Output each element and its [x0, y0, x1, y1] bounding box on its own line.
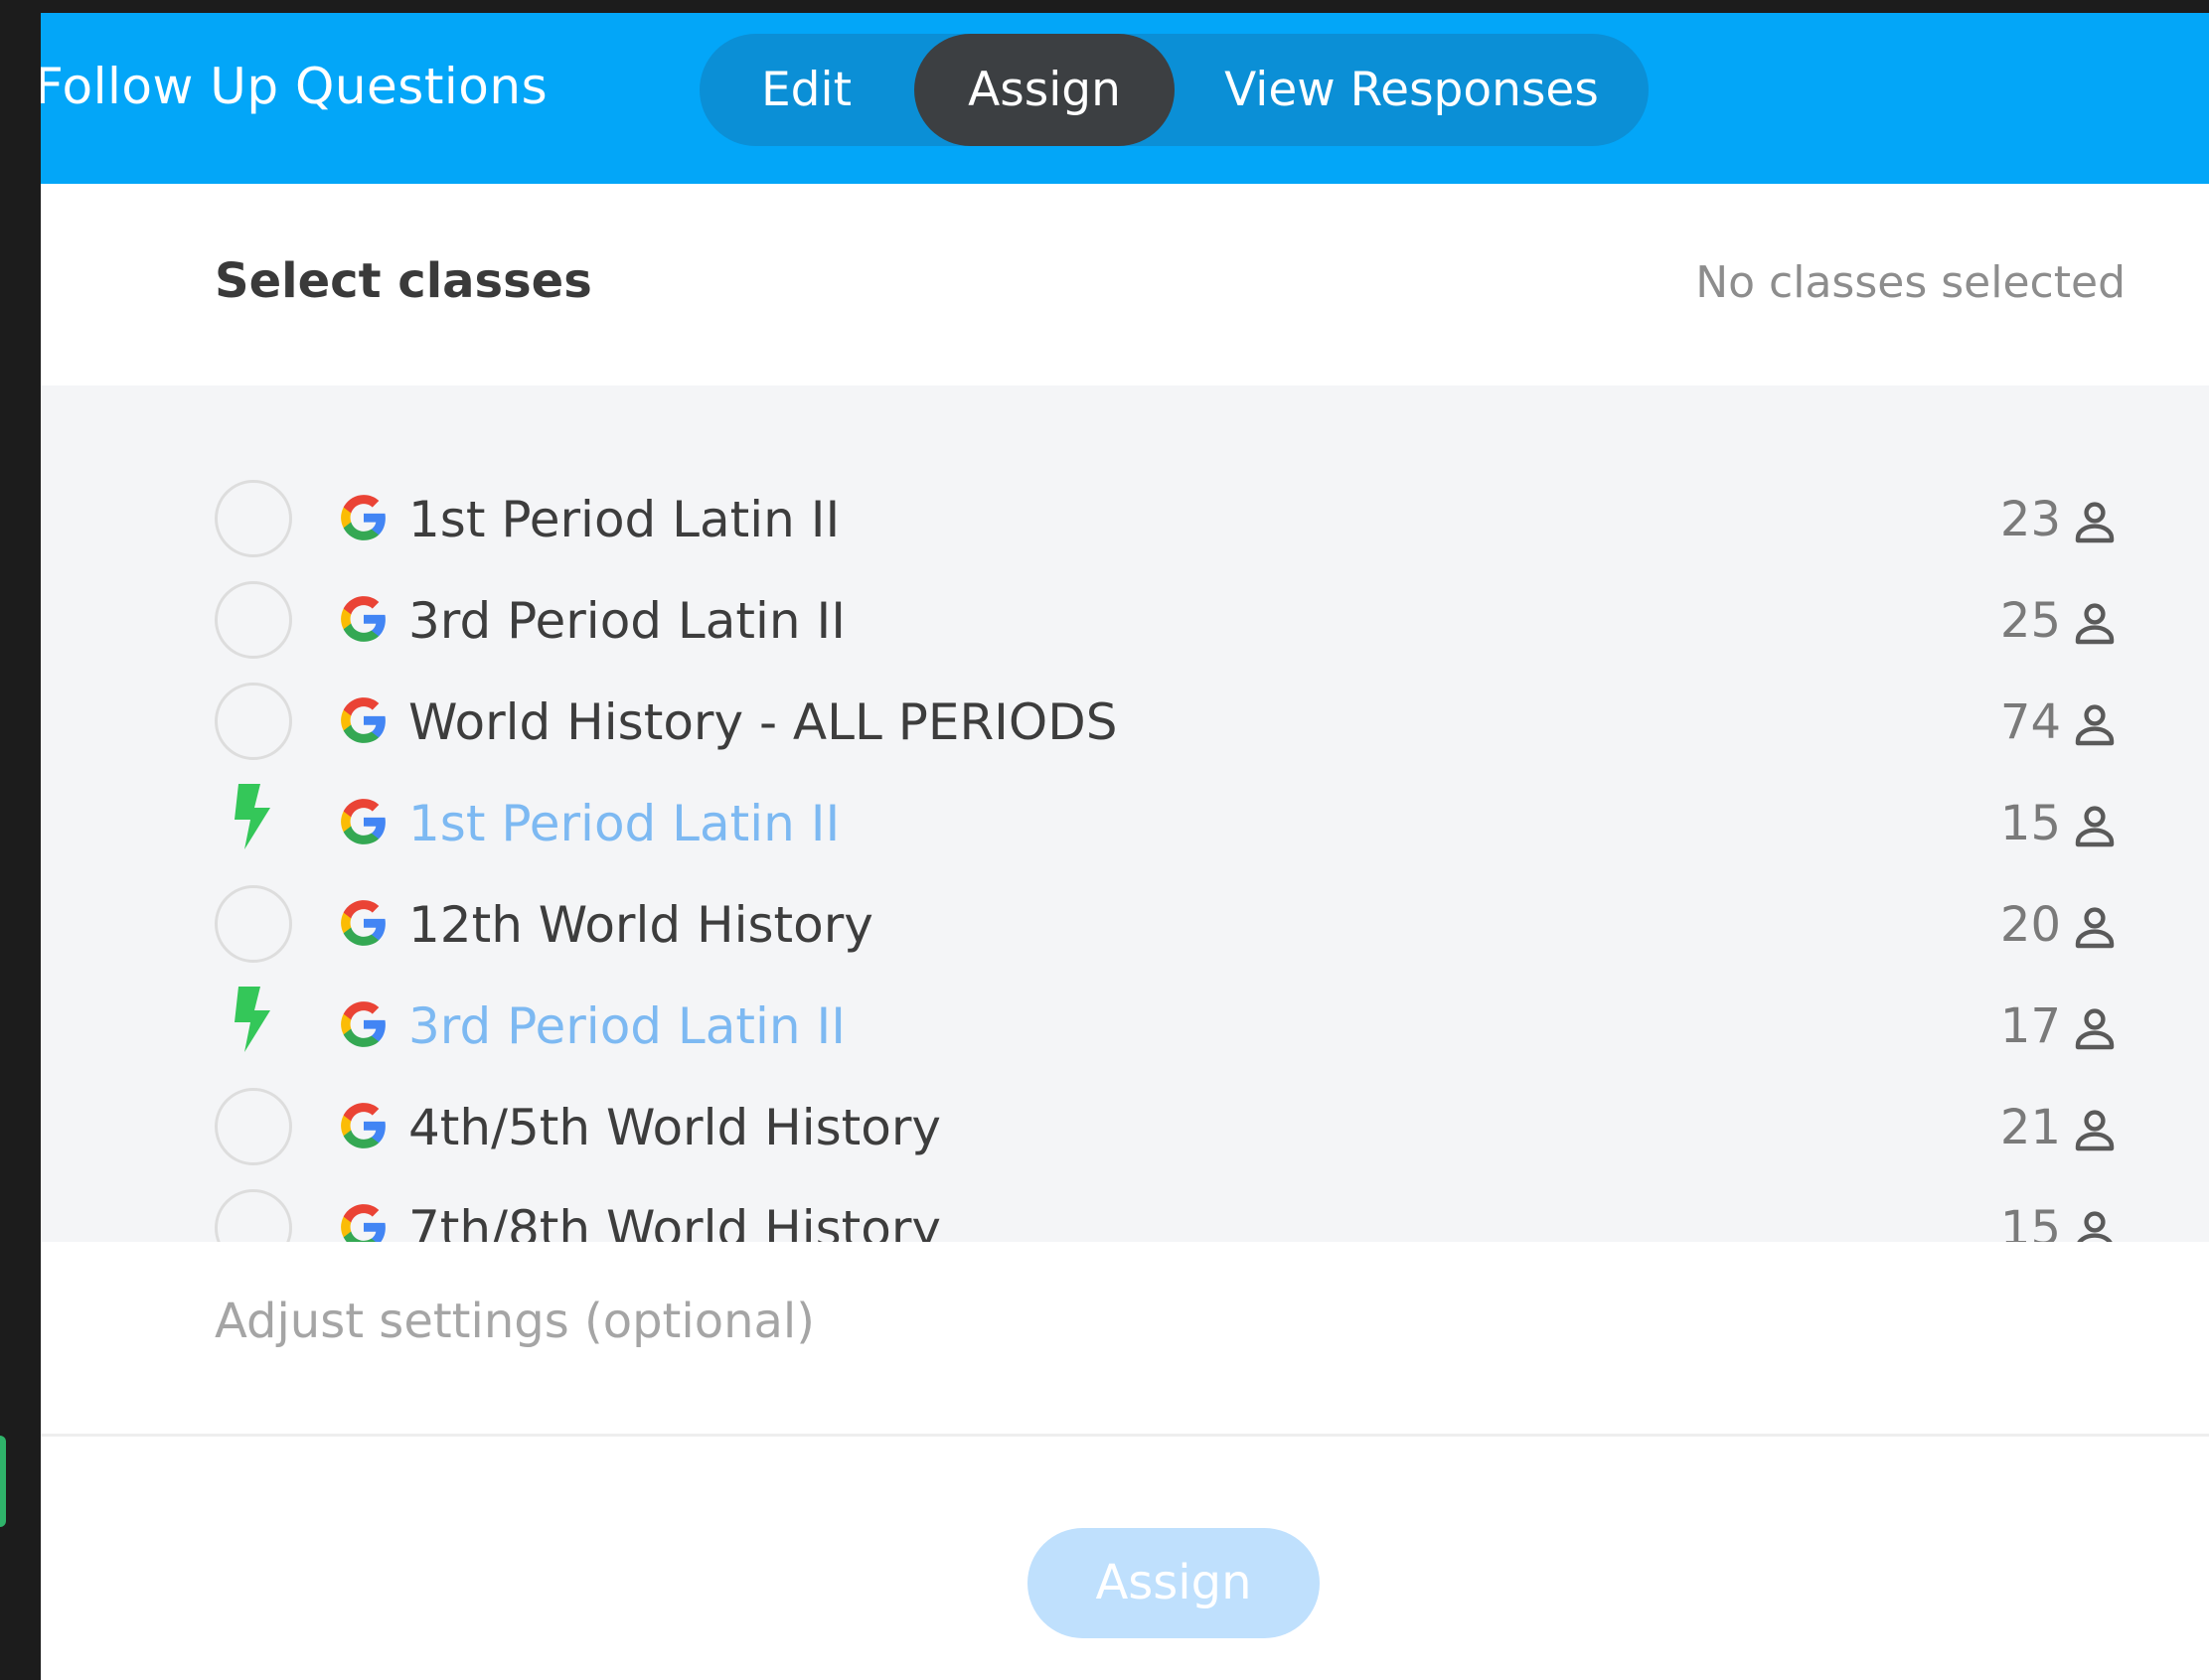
class-name: 1st Period Latin II [408, 491, 841, 548]
tab-edit[interactable]: Edit [700, 34, 913, 146]
class-name: 1st Period Latin II [408, 795, 841, 852]
class-name: 12th World History [408, 896, 873, 954]
class-row-1[interactable]: 1st Period Latin II 23 [41, 458, 2209, 559]
class-select-radio[interactable] [215, 885, 292, 963]
student-count: 15 [1999, 796, 2061, 851]
select-classes-header: Select classes No classes selected [41, 184, 2209, 385]
class-select-radio[interactable] [215, 1088, 292, 1165]
student-count: 20 [1999, 897, 2061, 953]
assign-panel: Follow Up Questions Edit Assign View Res… [41, 13, 2209, 1680]
assign-button[interactable]: Assign [1027, 1528, 1320, 1638]
class-name: 4th/5th World History [408, 1099, 942, 1156]
class-row-6[interactable]: 3rd Period Latin II 17 [41, 965, 2209, 1066]
tab-bar: Edit Assign View Responses [700, 34, 1649, 146]
class-row-2[interactable]: 3rd Period Latin II 25 [41, 559, 2209, 661]
google-g-icon [341, 1103, 386, 1148]
google-g-icon [341, 1001, 386, 1047]
google-g-icon [341, 1204, 386, 1242]
class-row-7[interactable]: 4th/5th World History 21 [41, 1066, 2209, 1167]
student-count: 74 [1999, 694, 2061, 750]
class-row-4[interactable]: 1st Period Latin II 15 [41, 762, 2209, 863]
student-count: 21 [1999, 1100, 2061, 1155]
class-select-radio[interactable] [215, 480, 292, 557]
adjust-settings-section[interactable]: Adjust settings (optional) [41, 1242, 2209, 1437]
student-count: 23 [1999, 492, 2061, 547]
class-row-5[interactable]: 12th World History 20 [41, 863, 2209, 965]
google-g-icon [341, 596, 386, 642]
tab-view-responses[interactable]: View Responses [1175, 34, 1649, 146]
person-icon [2075, 907, 2115, 949]
select-classes-title: Select classes [215, 253, 592, 309]
class-row-3[interactable]: World History - ALL PERIODS 74 [41, 661, 2209, 762]
tab-assign[interactable]: Assign [914, 34, 1175, 146]
page-title: Follow Up Questions [41, 58, 549, 115]
person-icon [2075, 1110, 2115, 1151]
class-name: 3rd Period Latin II [408, 592, 846, 650]
class-row-8[interactable]: 7th/8th World History 15 [41, 1167, 2209, 1242]
screen: Follow Up Questions Edit Assign View Res… [0, 0, 2209, 1680]
google-g-icon [341, 697, 386, 743]
person-icon [2077, 1211, 2113, 1242]
google-g-icon [341, 900, 386, 946]
class-list[interactable]: 1st Period Latin II 23 3rd Period Latin … [41, 385, 2209, 1242]
person-icon [2075, 1008, 2115, 1050]
side-edge-indicator [0, 1436, 6, 1527]
google-g-icon [341, 799, 386, 844]
person-icon [2075, 603, 2115, 645]
class-name: 3rd Period Latin II [408, 997, 846, 1055]
bolt-icon [235, 987, 270, 1052]
student-count: 17 [1999, 998, 2061, 1054]
person-icon [2075, 502, 2115, 543]
bolt-icon [235, 784, 270, 849]
student-count: 15 [1999, 1201, 2061, 1242]
class-select-radio[interactable] [215, 1189, 292, 1242]
person-icon [2075, 806, 2115, 847]
person-icon [2075, 704, 2115, 746]
header-bar: Follow Up Questions Edit Assign View Res… [41, 13, 2209, 184]
class-select-radio[interactable] [215, 683, 292, 760]
class-select-radio[interactable] [215, 581, 292, 659]
class-name: World History - ALL PERIODS [408, 693, 1118, 751]
adjust-settings-label[interactable]: Adjust settings (optional) [215, 1294, 815, 1349]
student-count: 25 [1999, 593, 2061, 649]
google-g-icon [341, 495, 386, 540]
class-name: 7th/8th World History [408, 1200, 942, 1242]
selection-status: No classes selected [1695, 257, 2126, 308]
